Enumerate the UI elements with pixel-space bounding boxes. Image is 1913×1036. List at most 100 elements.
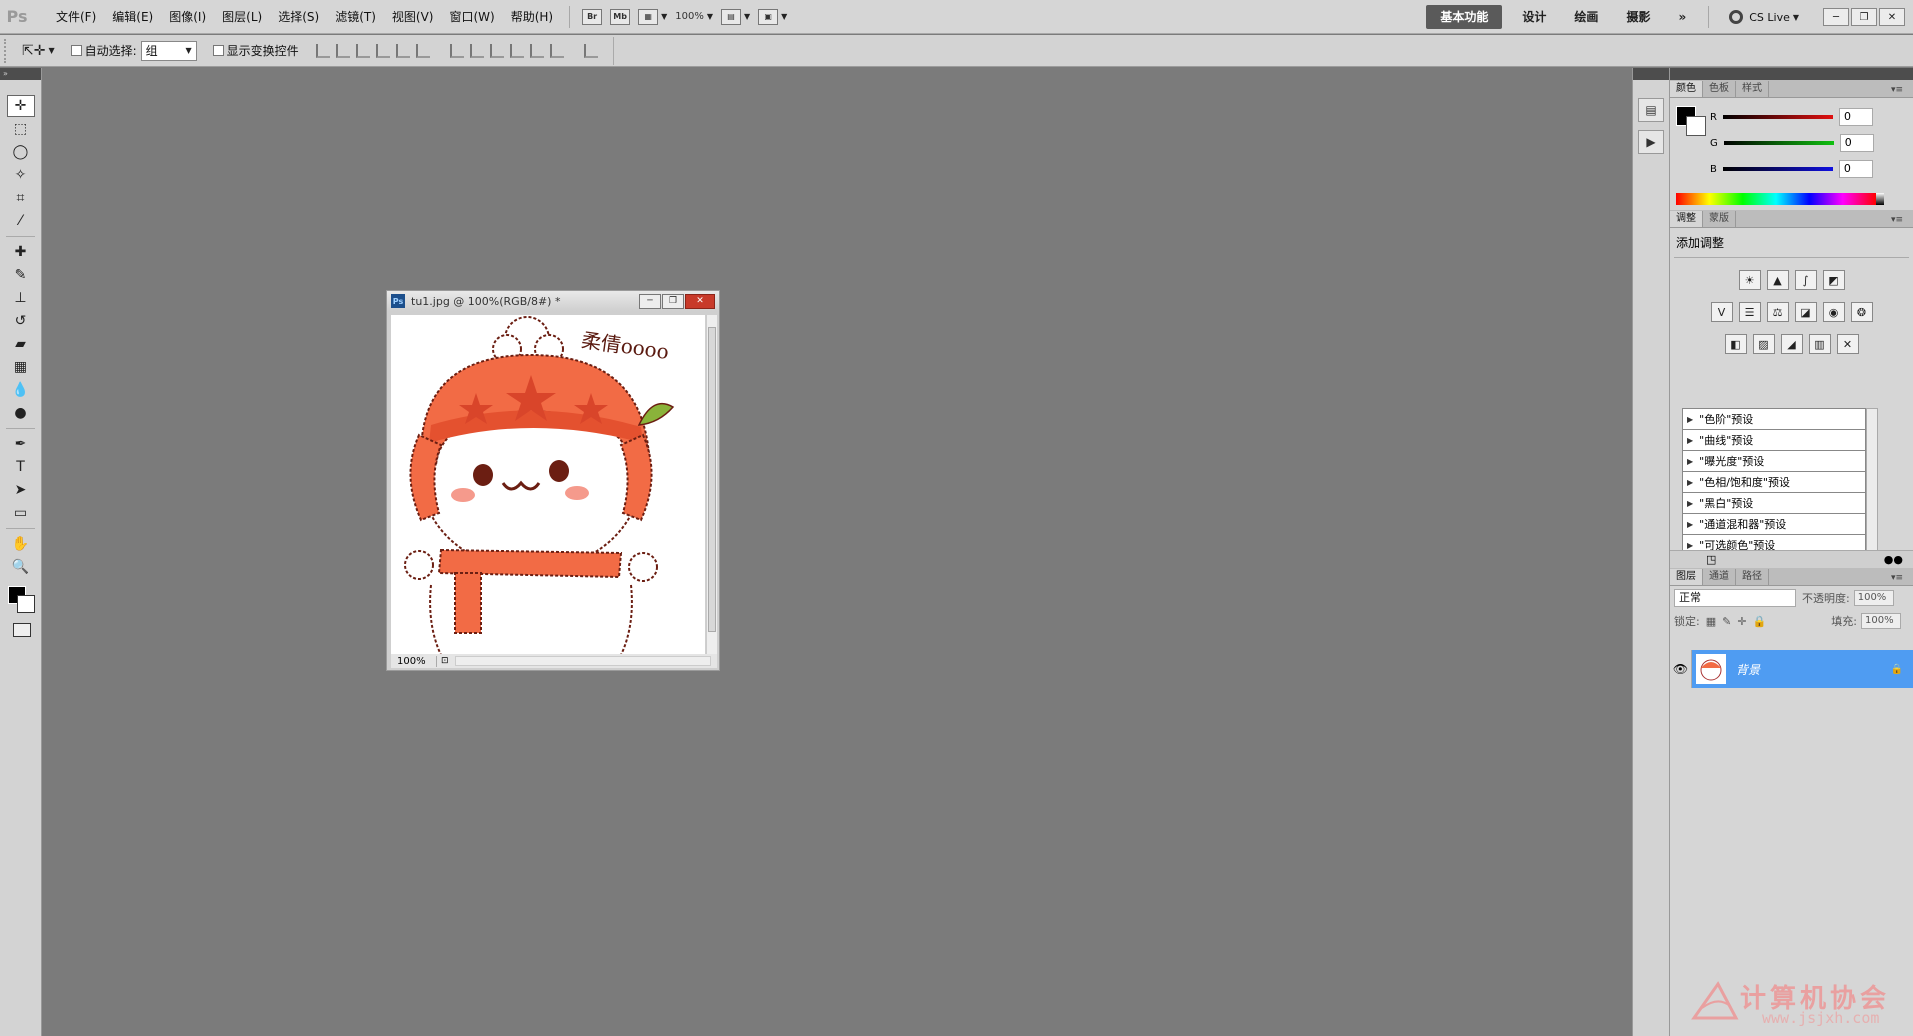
panel-menu-icon[interactable]: ▾≡	[1885, 212, 1909, 228]
distribute-top-icon[interactable]	[449, 43, 464, 58]
color-balance-icon[interactable]: ⚖	[1766, 302, 1789, 322]
healing-brush-tool-icon[interactable]: ✚	[7, 241, 35, 263]
workspace-more-button[interactable]: »	[1664, 0, 1700, 34]
mini-bridge-button[interactable]: Mb	[606, 6, 634, 28]
selective-color-icon[interactable]: ✕	[1836, 334, 1859, 354]
color-spectrum-bar[interactable]	[1676, 193, 1884, 205]
align-top-icon[interactable]	[315, 43, 330, 58]
pen-tool-icon[interactable]: ✒	[7, 433, 35, 455]
workspace-photography[interactable]: 摄影	[1612, 0, 1664, 34]
hand-tool-icon[interactable]: ✋	[7, 533, 35, 555]
lock-position-icon[interactable]: ✛	[1737, 615, 1746, 628]
blue-value-input[interactable]: 0	[1838, 160, 1873, 178]
minimize-button[interactable]: ─	[1823, 8, 1849, 26]
doc-close-button[interactable]: ✕	[685, 293, 715, 309]
quick-select-tool-icon[interactable]: ✧	[7, 164, 35, 186]
clone-stamp-tool-icon[interactable]: ⊥	[7, 287, 35, 309]
preset-item[interactable]: ▶ "色相/饱和度"预设	[1683, 472, 1865, 493]
tab-layers[interactable]: 图层	[1670, 569, 1703, 585]
menu-filter[interactable]: 滤镜(T)	[327, 0, 384, 34]
brush-tool-icon[interactable]: ✎	[7, 264, 35, 286]
red-value-input[interactable]: 0	[1838, 108, 1873, 126]
eye-icon[interactable]: 👁	[1670, 650, 1692, 688]
screen-mode-button[interactable]: ▣ ▼	[754, 6, 791, 28]
doc-maximize-button[interactable]: ❐	[662, 293, 684, 309]
restore-button[interactable]: ❐	[1851, 8, 1877, 26]
exposure-icon[interactable]: ◩	[1822, 270, 1845, 290]
photo-filter-icon[interactable]: ◉	[1822, 302, 1845, 322]
menu-layer[interactable]: 图层(L)	[214, 0, 270, 34]
actions-panel-icon[interactable]: ▶	[1638, 130, 1664, 154]
history-brush-tool-icon[interactable]: ↺	[7, 310, 35, 332]
tab-adjustments[interactable]: 调整	[1670, 211, 1703, 227]
presets-scrollbar[interactable]	[1866, 408, 1878, 558]
channel-mixer-icon[interactable]: ❂	[1850, 302, 1873, 322]
vibrance-icon[interactable]: V	[1710, 302, 1733, 322]
fill-input[interactable]: 100%	[1861, 613, 1901, 629]
green-value-input[interactable]: 0	[1839, 134, 1874, 152]
layer-row-background[interactable]: 👁 背景 🔒	[1670, 650, 1913, 688]
background-color-swatch[interactable]	[17, 595, 35, 613]
red-slider[interactable]	[1722, 115, 1833, 119]
align-left-icon[interactable]	[375, 43, 390, 58]
distribute-hcenter-icon[interactable]	[529, 43, 544, 58]
zoom-tool-icon[interactable]: 🔍	[7, 556, 35, 578]
tab-masks[interactable]: 蒙版	[1703, 211, 1736, 227]
status-info-icon[interactable]: ⊡	[441, 656, 449, 666]
lasso-tool-icon[interactable]: ◯	[7, 141, 35, 163]
workspace-design[interactable]: 设计	[1508, 0, 1560, 34]
tab-styles[interactable]: 样式	[1736, 81, 1769, 97]
preset-item[interactable]: ▶ "色阶"预设	[1683, 409, 1865, 430]
blur-tool-icon[interactable]: 💧	[7, 379, 35, 401]
black-white-icon[interactable]: ◪	[1794, 302, 1817, 322]
preset-item[interactable]: ▶ "曝光度"预设	[1683, 451, 1865, 472]
eraser-tool-icon[interactable]: ▰	[7, 333, 35, 355]
lock-all-icon[interactable]: 🔒	[1753, 615, 1767, 628]
workspace-essentials[interactable]: 基本功能	[1426, 5, 1503, 29]
color-panel-background-swatch[interactable]	[1686, 116, 1706, 136]
panel-menu-icon[interactable]: ▾≡	[1885, 570, 1909, 586]
document-canvas[interactable]: 柔倩oooo	[391, 315, 705, 655]
marquee-tool-icon[interactable]: ⬚	[7, 118, 35, 140]
quick-mask-icon[interactable]	[13, 623, 31, 637]
tab-swatches[interactable]: 色板	[1703, 81, 1736, 97]
close-button[interactable]: ✕	[1879, 8, 1905, 26]
document-title-bar[interactable]: Ps tu1.jpg @ 100%(RGB/8#) * ─ ❐ ✕	[387, 291, 719, 311]
lock-pixels-icon[interactable]: ✎	[1722, 615, 1731, 628]
return-to-list-icon[interactable]: ●●	[1884, 553, 1903, 566]
tab-color[interactable]: 颜色	[1670, 81, 1703, 97]
panel-dock-header[interactable]	[1670, 68, 1913, 80]
history-panel-icon[interactable]: ▤	[1638, 98, 1664, 122]
posterize-icon[interactable]: ▨	[1752, 334, 1775, 354]
tools-panel-header[interactable]: »	[0, 68, 41, 80]
align-right-icon[interactable]	[415, 43, 430, 58]
tab-paths[interactable]: 路径	[1736, 569, 1769, 585]
distribute-right-icon[interactable]	[549, 43, 564, 58]
auto-align-layers-icon[interactable]	[583, 43, 598, 58]
align-vcenter-icon[interactable]	[335, 43, 350, 58]
rectangle-tool-icon[interactable]: ▭	[7, 502, 35, 524]
invert-icon[interactable]: ◧	[1724, 334, 1747, 354]
threshold-icon[interactable]: ◢	[1780, 334, 1803, 354]
crop-tool-icon[interactable]: ⌗	[7, 187, 35, 209]
curves-icon[interactable]: ∫	[1794, 270, 1817, 290]
document-horizontal-scrollbar[interactable]	[454, 656, 711, 666]
view-extras-button[interactable]: ▦ ▼	[634, 6, 671, 28]
move-tool-icon[interactable]: ✛	[6, 95, 35, 117]
cs-live-button[interactable]: CS Live ▼	[1717, 10, 1811, 24]
levels-icon[interactable]: ▲	[1766, 270, 1789, 290]
scrollbar-thumb[interactable]	[708, 327, 716, 632]
distribute-left-icon[interactable]	[509, 43, 524, 58]
show-transform-checkbox[interactable]	[212, 45, 224, 56]
menu-select[interactable]: 选择(S)	[270, 0, 327, 34]
green-slider[interactable]	[1723, 141, 1834, 145]
dock-header[interactable]	[1633, 68, 1669, 80]
tab-channels[interactable]: 通道	[1703, 569, 1736, 585]
menu-edit[interactable]: 编辑(E)	[104, 0, 161, 34]
auto-select-dropdown[interactable]: 组 ▼	[140, 40, 197, 61]
hue-saturation-icon[interactable]: ☰	[1738, 302, 1761, 322]
brightness-icon[interactable]: ☀	[1738, 270, 1761, 290]
path-select-tool-icon[interactable]: ➤	[7, 479, 35, 501]
tool-preset-picker[interactable]: ⇱✛ ▼	[22, 43, 55, 59]
menu-window[interactable]: 窗口(W)	[441, 0, 502, 34]
